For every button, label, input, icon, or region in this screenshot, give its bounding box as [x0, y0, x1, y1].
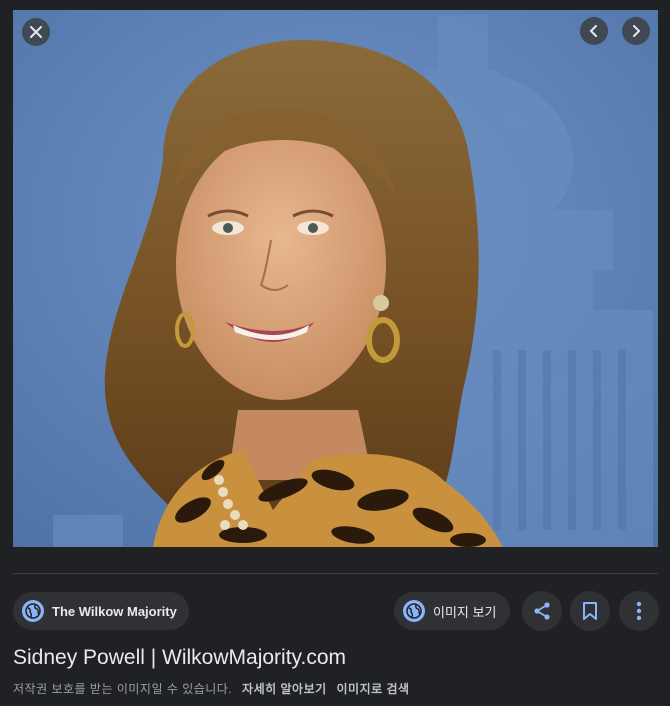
more-options-button[interactable]: [619, 591, 659, 631]
divider: [13, 573, 658, 574]
copyright-notice: 저작권 보호를 받는 이미지일 수 있습니다. 자세히 알아보기 이미지로 검색: [13, 680, 410, 697]
preview-image[interactable]: [13, 10, 658, 547]
image-title-link[interactable]: Sidney Powell | WilkowMajority.com: [13, 646, 346, 670]
globe-icon: [22, 600, 44, 622]
previous-image-button[interactable]: [580, 17, 608, 45]
chevron-right-icon: [633, 25, 641, 37]
close-button[interactable]: [22, 18, 50, 46]
next-image-button[interactable]: [622, 17, 650, 45]
close-icon: [30, 26, 42, 38]
view-image-button[interactable]: 이미지 보기: [394, 592, 511, 630]
bookmark-icon: [583, 602, 597, 620]
top-strip: [0, 0, 670, 10]
copyright-text: 저작권 보호를 받는 이미지일 수 있습니다.: [13, 682, 233, 696]
search-by-image-link[interactable]: 이미지로 검색: [337, 682, 410, 696]
share-icon: [534, 602, 550, 620]
learn-more-link[interactable]: 자세히 알아보기: [242, 682, 327, 696]
globe-icon: [403, 600, 425, 622]
share-button[interactable]: [522, 591, 562, 631]
source-site-name: The Wilkow Majority: [52, 603, 177, 619]
portrait-photo: [13, 10, 658, 547]
view-image-label: 이미지 보기: [433, 604, 497, 620]
more-vert-icon: [636, 601, 642, 621]
source-site-chip[interactable]: The Wilkow Majority: [13, 592, 189, 630]
chevron-left-icon: [589, 25, 597, 37]
save-button[interactable]: [570, 591, 610, 631]
